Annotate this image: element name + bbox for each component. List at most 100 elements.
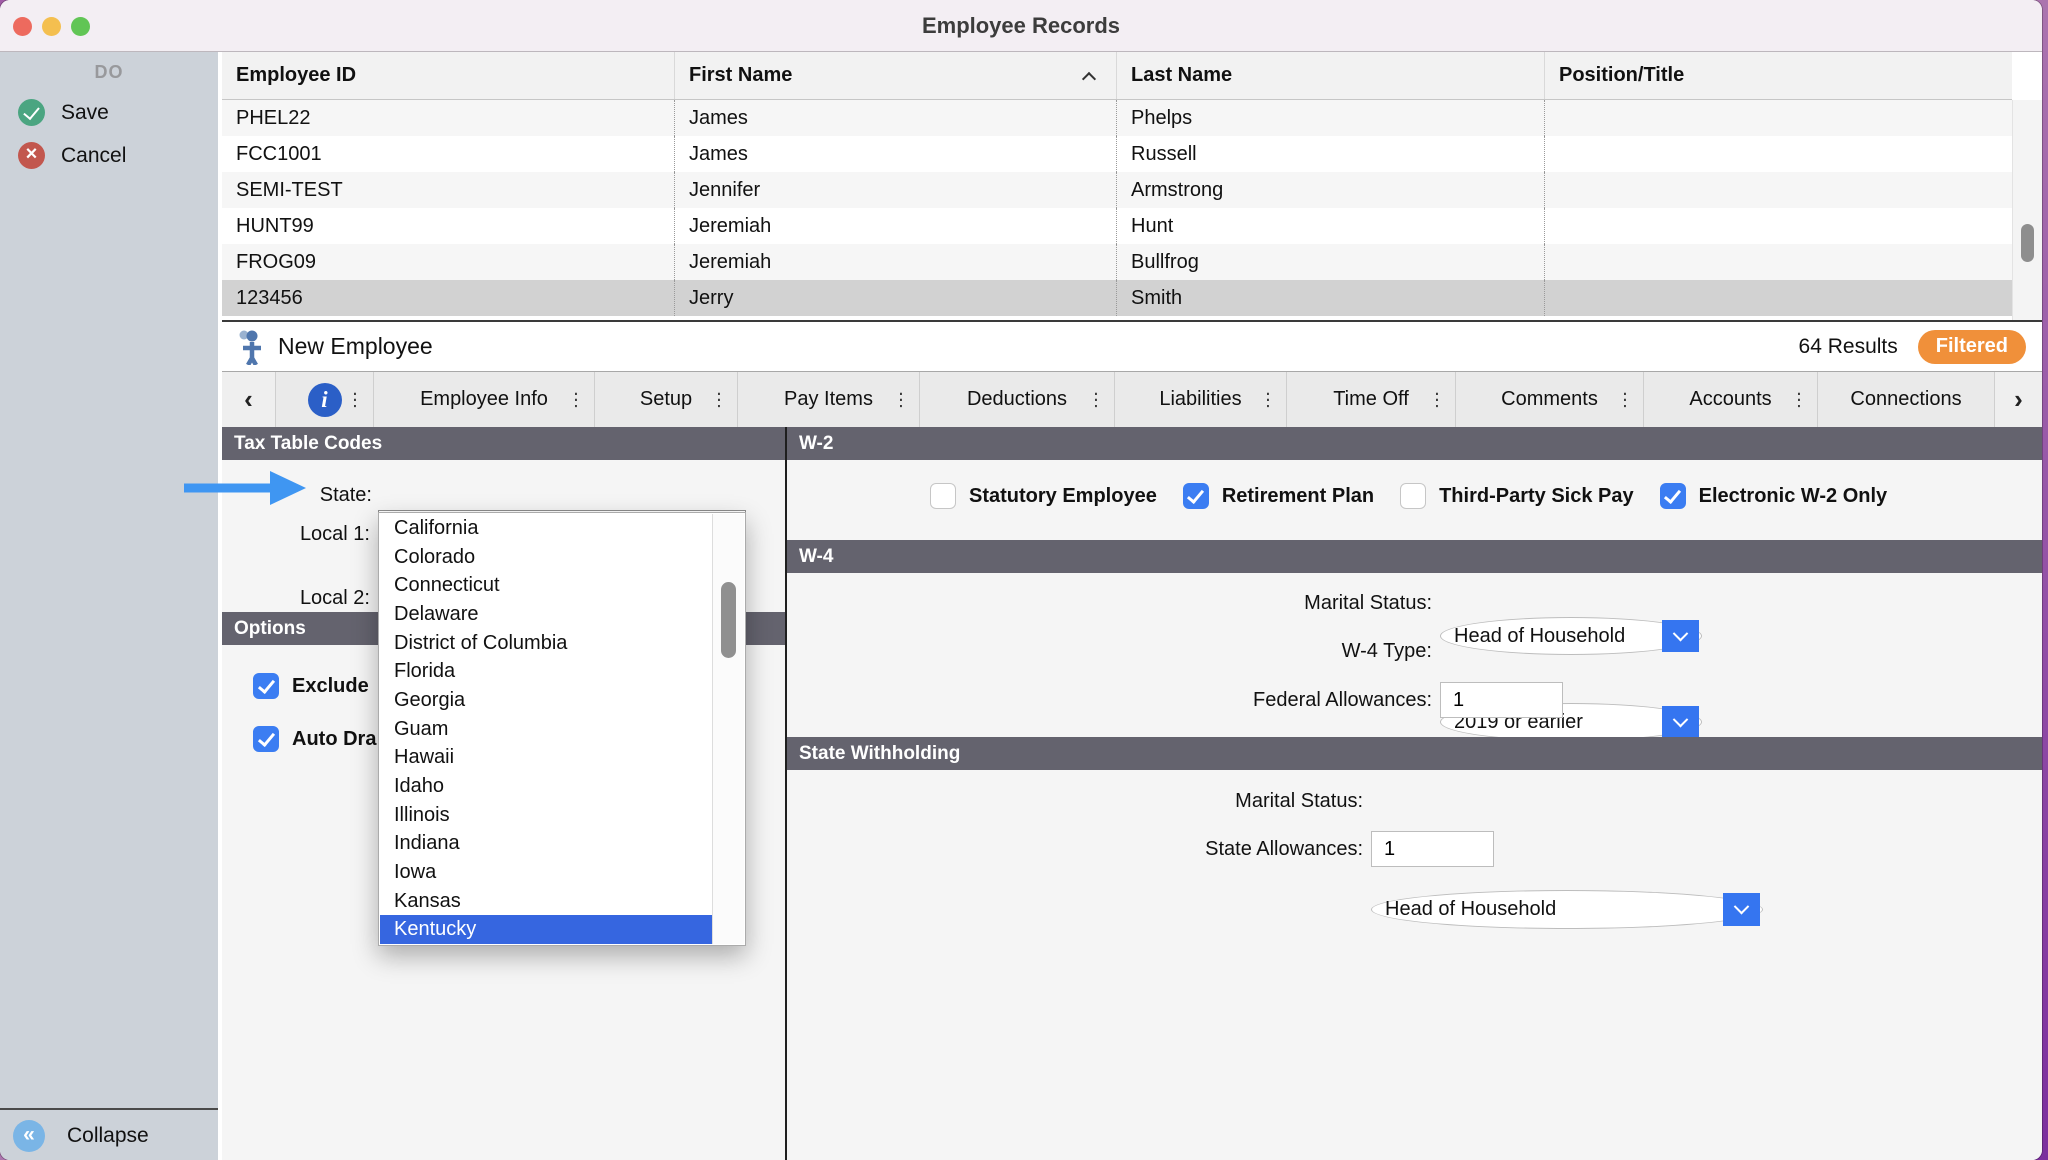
tab-menu-dots-icon[interactable]: ⋮ (1428, 389, 1446, 410)
dropdown-option[interactable]: Guam (380, 715, 713, 744)
column-header-last-name[interactable]: Last Name (1116, 52, 1544, 99)
minimize-window-icon[interactable] (42, 17, 61, 36)
record-bar: New Employee 64 Results Filtered (222, 320, 2042, 372)
dropdown-option[interactable]: Delaware (380, 600, 713, 629)
exclude-checkbox[interactable] (253, 673, 279, 699)
cancel-button[interactable]: Cancel (18, 142, 218, 169)
record-title: New Employee (278, 333, 433, 360)
cancel-x-icon (18, 142, 45, 169)
dropdown-option[interactable]: Colorado (380, 543, 713, 572)
dropdown-scrollbar-thumb[interactable] (721, 582, 736, 658)
tab-setup[interactable]: Setup⋮ (595, 372, 738, 427)
state-allowances-label: State Allowances: (787, 838, 1363, 861)
state-allowances-input[interactable] (1371, 831, 1494, 867)
close-window-icon[interactable] (13, 17, 32, 36)
tab-menu-dots-icon[interactable]: ⋮ (1790, 389, 1808, 410)
column-header-position-title[interactable]: Position/Title (1544, 52, 2012, 99)
w4-marital-status-label: Marital Status: (787, 592, 1432, 615)
third-party-sick-pay-checkbox[interactable] (1400, 483, 1426, 509)
tab-menu-dots-icon[interactable]: ⋮ (1259, 389, 1277, 410)
federal-allowances-input[interactable] (1440, 682, 1563, 718)
tab-pay-items[interactable]: Pay Items⋮ (738, 372, 920, 427)
column-header-first-name[interactable]: First Name (674, 52, 1116, 99)
state-withholding-header: State Withholding (787, 737, 2042, 770)
dropdown-option[interactable]: Idaho (380, 772, 713, 801)
chevron-down-icon[interactable] (1662, 620, 1699, 652)
table-scrollbar[interactable] (2012, 100, 2042, 320)
statutory-employee-row: Statutory Employee (930, 483, 1157, 509)
chevron-down-icon[interactable] (1662, 706, 1699, 738)
dropdown-option[interactable]: Florida (380, 657, 713, 686)
dropdown-option[interactable]: California (380, 514, 713, 543)
table-row[interactable]: PHEL22JamesPhelps (222, 100, 2012, 136)
dropdown-option[interactable]: Illinois (380, 801, 713, 830)
do-section-label: DO (0, 52, 218, 83)
electronic-w2-only-row: Electronic W-2 Only (1660, 483, 1888, 509)
save-button[interactable]: Save (18, 99, 218, 126)
table-row-selected[interactable]: 123456JerrySmith (222, 280, 2012, 316)
sw-marital-status-select[interactable]: Head of Household (1371, 890, 1763, 929)
dropdown-option[interactable]: Iowa (380, 858, 713, 887)
local1-label: Local 1: (222, 523, 370, 546)
tab-menu-dots-icon[interactable]: ⋮ (710, 389, 728, 410)
tab-time-off[interactable]: Time Off⋮ (1287, 372, 1456, 427)
exclude-checkbox-label: Exclude (292, 675, 369, 698)
chevron-down-icon[interactable] (1723, 893, 1760, 926)
filtered-badge[interactable]: Filtered (1918, 330, 2026, 364)
tab-liabilities[interactable]: Liabilities⋮ (1115, 372, 1287, 427)
dropdown-option[interactable]: Kansas (380, 887, 713, 916)
tab-employee-info[interactable]: Employee Info⋮ (374, 372, 595, 427)
tab-deductions[interactable]: Deductions⋮ (920, 372, 1115, 427)
federal-allowances-label: Federal Allowances: (787, 689, 1432, 712)
third-party-sick-pay-row: Third-Party Sick Pay (1400, 483, 1634, 509)
table-row[interactable]: FROG09JeremiahBullfrog (222, 244, 2012, 280)
dropdown-option[interactable]: Georgia (380, 686, 713, 715)
w2-checkbox-group: Statutory Employee Retirement Plan Third… (930, 483, 1887, 509)
w4-header: W-4 (787, 540, 2042, 573)
table-header-row: Employee ID First Name Last Name Positio… (222, 52, 2012, 100)
tab-bar: ‹ i ⋮ Employee Info⋮ Setup⋮ Pay Items⋮ D… (222, 372, 2042, 427)
tab-comments[interactable]: Comments⋮ (1456, 372, 1644, 427)
w4-marital-status-select[interactable]: Head of Household (1440, 617, 1702, 655)
tab-menu-dots-icon[interactable]: ⋮ (1087, 389, 1105, 410)
info-icon: i (308, 383, 342, 417)
sort-ascending-icon (1082, 72, 1096, 86)
tabs-scroll-left-button[interactable]: ‹ (222, 372, 276, 427)
exclude-checkbox-row: Exclude (253, 673, 369, 699)
dropdown-scrollbar[interactable] (712, 514, 744, 944)
withholding-panel: W-2 Statutory Employee Retirement Plan (787, 427, 2042, 1160)
retirement-plan-checkbox[interactable] (1183, 483, 1209, 509)
tab-menu-dots-icon[interactable]: ⋮ (346, 389, 364, 410)
tab-menu-dots-icon[interactable]: ⋮ (892, 389, 910, 410)
sw-marital-status-label: Marital Status: (787, 790, 1363, 813)
dropdown-option[interactable]: Indiana (380, 829, 713, 858)
column-header-employee-id[interactable]: Employee ID (222, 52, 674, 99)
dropdown-option[interactable]: Hawaii (380, 743, 713, 772)
local2-label: Local 2: (222, 587, 370, 610)
table-scrollbar-thumb[interactable] (2021, 224, 2034, 262)
table-row[interactable]: FCC1001JamesRussell (222, 136, 2012, 172)
table-row[interactable]: HUNT99JeremiahHunt (222, 208, 2012, 244)
collapse-button-label: Collapse (67, 1124, 149, 1148)
tab-connections[interactable]: Connections (1818, 372, 1995, 427)
tab-accounts[interactable]: Accounts⋮ (1644, 372, 1818, 427)
zoom-window-icon[interactable] (71, 17, 90, 36)
action-sidebar: DO Save Cancel Collapse (0, 52, 218, 1160)
pointer-arrow (180, 468, 308, 508)
dropdown-option-selected[interactable]: Kentucky (380, 915, 713, 944)
tab-info[interactable]: i ⋮ (276, 372, 374, 427)
dropdown-option[interactable]: Connecticut (380, 571, 713, 600)
statutory-employee-checkbox[interactable] (930, 483, 956, 509)
electronic-w2-only-checkbox[interactable] (1660, 483, 1686, 509)
dropdown-option[interactable]: District of Columbia (380, 629, 713, 658)
auto-draw-checkbox-label: Auto Dra (292, 728, 376, 751)
save-button-label: Save (61, 101, 109, 125)
table-row[interactable]: SEMI-TESTJenniferArmstrong (222, 172, 2012, 208)
tab-menu-dots-icon[interactable]: ⋮ (567, 389, 585, 410)
w4-type-label: W-4 Type: (787, 640, 1432, 663)
tabs-scroll-right-button[interactable]: › (1995, 372, 2042, 427)
collapse-button[interactable]: Collapse (0, 1112, 218, 1160)
tax-table-codes-header: Tax Table Codes (222, 427, 785, 460)
tab-menu-dots-icon[interactable]: ⋮ (1616, 389, 1634, 410)
auto-draw-checkbox[interactable] (253, 726, 279, 752)
